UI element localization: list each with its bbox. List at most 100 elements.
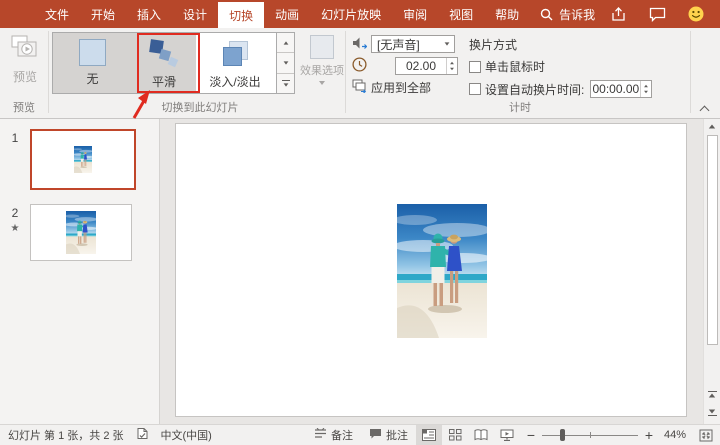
group-divider: [690, 31, 691, 113]
auto-advance-checkbox[interactable]: [469, 83, 481, 95]
slide-2-meta: 2 ★: [0, 204, 30, 261]
tell-me-box[interactable]: 告诉我: [530, 0, 605, 28]
titlebar-right-icons: [611, 0, 720, 28]
tab-file[interactable]: 文件: [34, 0, 80, 28]
tab-home[interactable]: 开始: [80, 0, 126, 28]
gallery-scroll-down-button[interactable]: [277, 53, 294, 74]
slide-show-button[interactable]: [494, 425, 520, 445]
status-bar: 幻灯片 第 1 张，共 2 张 中文(中国) 备注 批注 − + 44%: [0, 424, 720, 445]
zoom-controls: − + 44%: [520, 427, 692, 443]
slide-1-meta: 1: [0, 129, 30, 190]
transition-none[interactable]: 无: [53, 33, 132, 93]
language-status[interactable]: 中文(中国): [153, 425, 220, 445]
notes-button[interactable]: 备注: [306, 425, 361, 445]
gallery-more-button[interactable]: [277, 73, 294, 93]
share-icon[interactable]: [611, 6, 627, 22]
comments-label: 批注: [386, 430, 408, 442]
scroll-up-button[interactable]: [704, 119, 720, 134]
slide-thumbnail-panel: 1 2 ★: [0, 119, 160, 424]
duration-spinner[interactable]: 02.00: [395, 57, 458, 75]
transition-fade[interactable]: 淡入/淡出: [196, 33, 274, 93]
slide-counter-label: 幻灯片 第 1 张，共 2 张: [8, 430, 124, 442]
advance-heading: 换片方式: [469, 36, 517, 53]
zoom-level[interactable]: 44%: [660, 429, 686, 441]
slide-1-number: 1: [11, 131, 19, 145]
slide-thumbnail-2[interactable]: [30, 204, 132, 261]
zoom-out-button[interactable]: −: [526, 427, 536, 443]
tab-insert[interactable]: 插入: [126, 0, 172, 28]
tab-slideshow[interactable]: 幻灯片放映: [310, 0, 392, 28]
tab-view[interactable]: 视图: [438, 0, 484, 28]
duration-row: 02.00: [352, 57, 458, 75]
slide-counter[interactable]: 幻灯片 第 1 张，共 2 张: [0, 425, 132, 445]
effect-options-button[interactable]: 效果选项: [299, 32, 345, 85]
notes-icon: [314, 427, 327, 442]
preview-button[interactable]: 预览: [6, 31, 44, 85]
main-area: 1 2 ★: [0, 119, 720, 424]
proofing-status[interactable]: [132, 425, 153, 445]
slide-row-1: 1: [0, 129, 159, 190]
zoom-slider-thumb[interactable]: [560, 429, 565, 441]
tab-animations[interactable]: 动画: [264, 0, 310, 28]
transition-fade-label: 淡入/淡出: [209, 75, 261, 89]
reading-view-button[interactable]: [468, 425, 494, 445]
proofing-icon: [136, 427, 149, 443]
gallery-scroll-up-button[interactable]: [277, 33, 294, 54]
tab-review[interactable]: 审阅: [392, 0, 438, 28]
duration-value: 02.00: [405, 59, 437, 73]
apply-to-all-label: 应用到全部: [371, 81, 432, 95]
tab-help[interactable]: 帮助: [484, 0, 530, 28]
beach-photo[interactable]: [397, 204, 487, 338]
group-label-timing: 计时: [509, 102, 531, 114]
language-label: 中文(中国): [160, 430, 212, 442]
zoom-in-button[interactable]: +: [644, 427, 654, 443]
preview-icon: [10, 34, 40, 65]
ribbon-tabs: 文件 开始 插入 设计 切换 动画 幻灯片放映 审阅 视图 帮助 告诉我: [0, 0, 605, 28]
slide-2-photo: [66, 211, 96, 254]
vertical-scrollbar[interactable]: [703, 119, 720, 424]
slide-editing-area[interactable]: [160, 119, 703, 424]
statusbar-right: 备注 批注 − + 44%: [306, 425, 720, 445]
sound-dropdown[interactable]: [无声音]: [371, 35, 455, 53]
zoom-slider[interactable]: [542, 429, 638, 441]
on-mouse-click-checkbox[interactable]: [469, 60, 481, 73]
ribbon: 预览 预览 无 平滑 淡入/淡出 效果选项 切换到此幻灯片 [无声音] 02.0…: [0, 28, 720, 119]
apply-to-all-icon: [352, 79, 367, 96]
slide-canvas[interactable]: [175, 123, 687, 417]
powerpoint-window: 文件 开始 插入 设计 切换 动画 幻灯片放映 审阅 视图 帮助 告诉我 预览 …: [0, 0, 720, 445]
slide-1-photo: [74, 146, 92, 173]
notes-label: 备注: [331, 430, 353, 442]
apply-to-all-button[interactable]: 应用到全部: [352, 79, 431, 96]
auto-advance-spinner[interactable]: 00:00.00: [590, 80, 653, 98]
duration-spin-buttons[interactable]: [446, 58, 457, 74]
slide-thumbnail-1[interactable]: [30, 129, 136, 190]
auto-advance-label: 设置自动换片时间:: [485, 82, 585, 97]
collapse-ribbon-button[interactable]: [699, 105, 709, 116]
gallery-scrollbar: [276, 33, 294, 93]
ribbon-tab-bar: 文件 开始 插入 设计 切换 动画 幻灯片放映 审阅 视图 帮助 告诉我: [0, 0, 720, 28]
slide-2-transition-marker: ★: [10, 223, 20, 234]
smiley-icon[interactable]: [688, 6, 704, 22]
comments-button[interactable]: 批注: [361, 425, 416, 445]
comments-icon[interactable]: [649, 7, 666, 22]
sound-row: [无声音]: [352, 35, 455, 53]
on-mouse-click-label: 单击鼠标时: [485, 60, 546, 74]
scrollbar-thumb[interactable]: [706, 135, 718, 345]
group-divider: [345, 31, 346, 113]
sound-value: [无声音]: [377, 37, 420, 52]
auto-advance-row: 设置自动换片时间: 00:00.00: [469, 80, 653, 98]
tab-transitions[interactable]: 切换: [218, 2, 265, 28]
fit-to-window-button[interactable]: [692, 425, 720, 445]
slide-row-2: 2 ★: [0, 204, 159, 261]
effect-options-caret-icon: [319, 81, 325, 85]
auto-advance-spin-buttons[interactable]: [640, 81, 651, 97]
on-mouse-click-row: 单击鼠标时: [469, 58, 545, 75]
next-slide-button[interactable]: [704, 405, 720, 420]
tab-design[interactable]: 设计: [172, 0, 218, 28]
previous-slide-button[interactable]: [704, 387, 720, 402]
slide-sorter-view-button[interactable]: [442, 425, 468, 445]
annotation-arrow: [132, 90, 150, 119]
tell-me-label: 告诉我: [559, 7, 596, 22]
advance-heading-label: 换片方式: [469, 38, 518, 52]
normal-view-button[interactable]: [416, 425, 442, 445]
